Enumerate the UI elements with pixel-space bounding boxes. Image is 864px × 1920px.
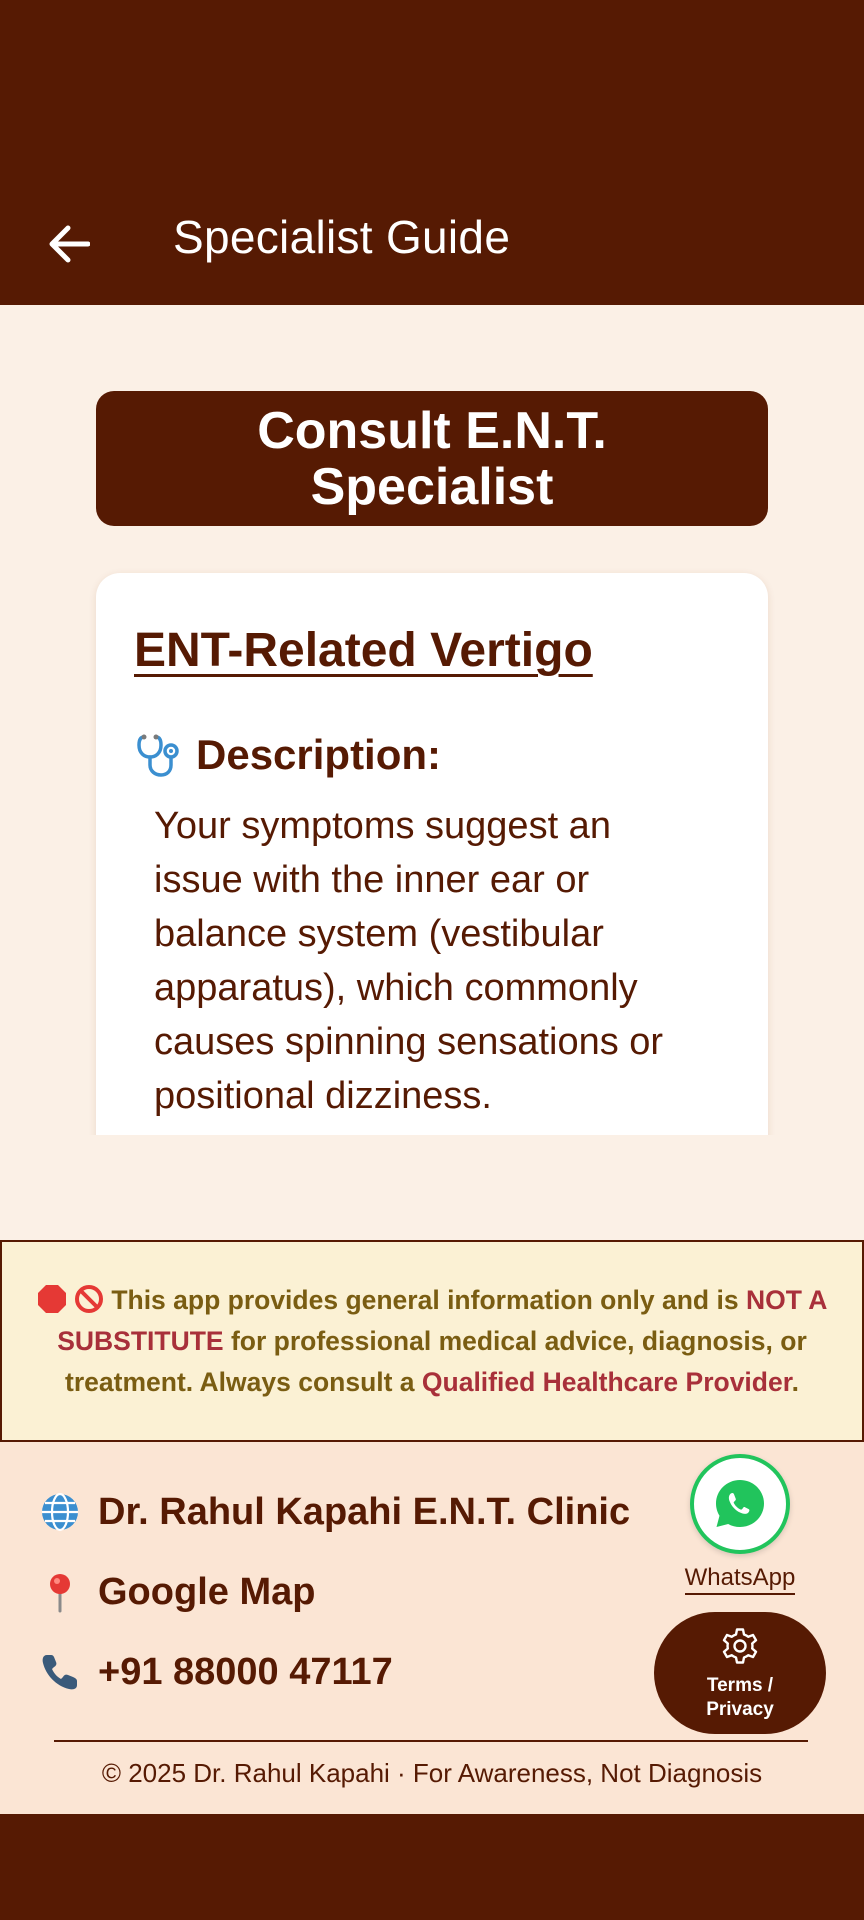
specialist-banner: Consult E.N.T. Specialist	[96, 391, 768, 526]
description-line: issue with the inner ear or	[154, 859, 590, 901]
disclaimer-text: This app provides general information on…	[22, 1280, 842, 1403]
description-line: balance system (vestibular	[154, 913, 604, 955]
prohibited-icon	[74, 1284, 103, 1313]
copyright-text: © 2025 Dr. Rahul Kapahi · For Awareness,…	[101, 1758, 763, 1788]
description-heading-label: Description:	[196, 731, 442, 778]
banner-line-2: Specialist	[310, 457, 554, 516]
whatsapp-button[interactable]: WhatsApp	[678, 1454, 802, 1595]
globe-icon	[38, 1490, 82, 1534]
clinic-link[interactable]: Dr. Rahul Kapahi E.N.T. Clinic	[38, 1490, 630, 1534]
disclaimer-strong-2: Qualified Healthcare Provider	[421, 1366, 792, 1397]
description-heading: Description:	[134, 731, 441, 779]
back-button[interactable]	[38, 214, 98, 274]
gear-icon	[722, 1628, 758, 1664]
stop-sign-icon	[37, 1284, 66, 1313]
stethoscope-icon	[137, 734, 179, 777]
terms-privacy-button[interactable]: Terms / Privacy	[654, 1612, 826, 1734]
description-line: Your symptoms suggest an	[154, 805, 611, 847]
disclaimer-part-3: .	[791, 1366, 799, 1397]
terms-label-line-1: Terms /	[706, 1675, 774, 1696]
phone-label: +91 88000 47117	[98, 1650, 393, 1693]
disclaimer-part-1: This app provides general information on…	[103, 1284, 746, 1315]
google-map-link[interactable]: Google Map	[38, 1570, 315, 1614]
description-line: positional dizziness.	[154, 1075, 492, 1117]
disclaimer-banner: This app provides general information on…	[0, 1240, 864, 1442]
terms-label-line-2: Privacy	[706, 1699, 774, 1720]
phone-icon	[38, 1650, 82, 1694]
pin-icon	[38, 1570, 82, 1614]
app-bar: Specialist Guide	[0, 180, 864, 305]
clinic-label: Dr. Rahul Kapahi E.N.T. Clinic	[98, 1490, 631, 1533]
condition-title: ENT-Related Vertigo	[134, 624, 593, 677]
system-nav-bar	[0, 1814, 864, 1920]
whatsapp-circle	[690, 1454, 790, 1554]
main-content: Consult E.N.T. Specialist ENT-Related Ve…	[0, 305, 864, 1135]
page-title: Specialist Guide	[173, 211, 511, 263]
condition-card: ENT-Related Vertigo Description: Your sy…	[96, 573, 768, 1135]
description-text: Your symptoms suggest an issue with the …	[154, 799, 744, 1123]
whatsapp-label: WhatsApp	[684, 1564, 796, 1595]
arrow-left-icon	[49, 225, 90, 263]
whatsapp-icon	[716, 1480, 764, 1527]
phone-link[interactable]: +91 88000 47117	[38, 1650, 393, 1694]
banner-line-1: Consult E.N.T.	[257, 401, 607, 460]
description-line: causes spinning sensations or	[154, 1021, 664, 1063]
footer: Dr. Rahul Kapahi E.N.T. Clinic Google Ma…	[0, 1442, 864, 1814]
google-map-label: Google Map	[98, 1570, 316, 1613]
description-line: apparatus), which commonly	[154, 967, 638, 1009]
footer-divider	[54, 1740, 808, 1742]
